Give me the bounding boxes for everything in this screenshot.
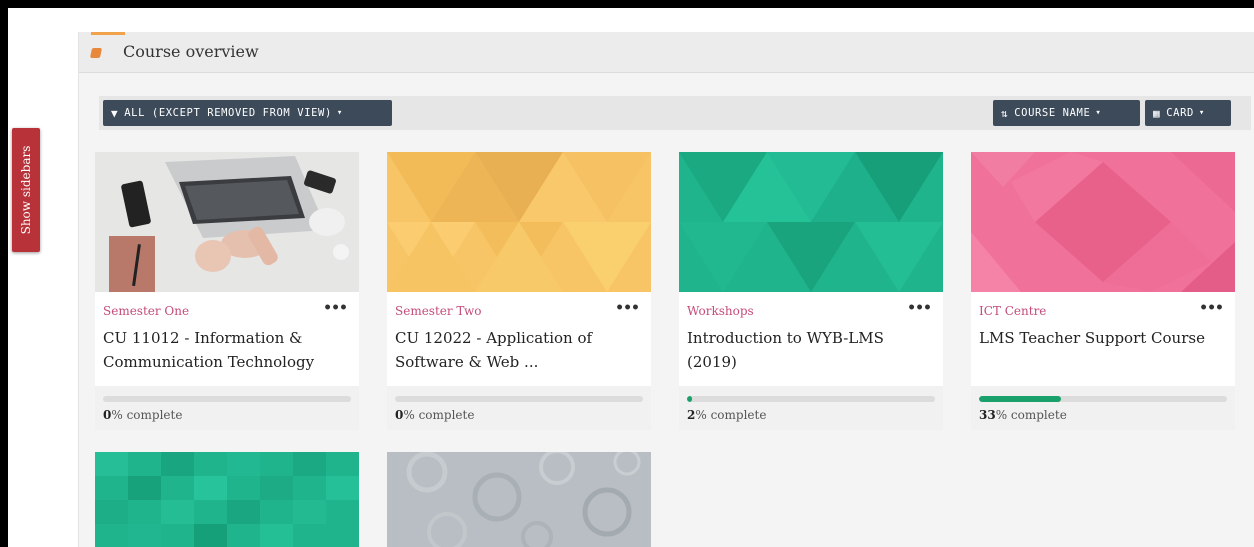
progress-fill xyxy=(687,396,692,402)
course-overview-block: Course overview ▼ ALL (EXCEPT REMOVED FR… xyxy=(78,32,1254,547)
filter-label: ALL (EXCEPT REMOVED FROM VIEW) xyxy=(124,107,332,119)
course-name-link[interactable]: Introduction to WYB-LMS (2019) xyxy=(687,326,937,374)
course-card[interactable] xyxy=(387,452,651,547)
chevron-down-icon: ▾ xyxy=(1095,108,1102,118)
course-card[interactable]: Semester One ••• CU 11012 - Information … xyxy=(95,152,359,430)
progress-fill xyxy=(979,396,1061,402)
course-name-link[interactable]: LMS Teacher Support Course xyxy=(979,326,1229,350)
progress-area: 33% complete xyxy=(971,386,1235,430)
more-icon[interactable]: ••• xyxy=(615,300,640,316)
header-accent xyxy=(91,32,125,35)
progress-text: 0% complete xyxy=(395,408,474,422)
grid-icon: ▦ xyxy=(1153,106,1161,120)
course-image[interactable] xyxy=(387,452,651,547)
progress-text: 2% complete xyxy=(687,408,766,422)
progress-area: 2% complete xyxy=(679,386,943,430)
block-header: Course overview xyxy=(79,32,1254,73)
progress-text: 0% complete xyxy=(103,408,182,422)
course-image[interactable] xyxy=(387,152,651,292)
progress-area: 0% complete xyxy=(95,386,359,430)
chevron-down-icon: ▾ xyxy=(1198,108,1205,118)
progress-text: 33% complete xyxy=(979,408,1067,422)
course-card[interactable] xyxy=(95,452,359,547)
course-image[interactable] xyxy=(679,152,943,292)
course-name-link[interactable]: CU 12022 - Application of Software & Web… xyxy=(395,326,645,374)
sort-dropdown-button[interactable]: ⇅ COURSE NAME ▾ xyxy=(993,100,1140,126)
toolbar: ▼ ALL (EXCEPT REMOVED FROM VIEW) ▾ ⇅ COU… xyxy=(99,96,1251,130)
course-category: Semester Two xyxy=(395,304,482,318)
progress-value: 33 xyxy=(979,408,996,422)
course-card[interactable]: ICT Centre ••• LMS Teacher Support Cours… xyxy=(971,152,1235,430)
course-overview-icon xyxy=(89,48,103,58)
progress-suffix: % complete xyxy=(695,408,767,422)
more-icon[interactable]: ••• xyxy=(323,300,348,316)
window: Show sidebars Course overview ▼ ALL (EXC… xyxy=(8,8,1254,547)
sort-label: COURSE NAME xyxy=(1014,107,1091,119)
course-name-link[interactable]: CU 11012 - Information & Communication T… xyxy=(103,326,353,374)
show-sidebars-label: Show sidebars xyxy=(19,145,33,235)
progress-suffix: % complete xyxy=(403,408,475,422)
chevron-down-icon: ▾ xyxy=(336,108,343,118)
show-sidebars-button[interactable]: Show sidebars xyxy=(12,128,40,252)
course-category: Workshops xyxy=(687,304,754,318)
more-icon[interactable]: ••• xyxy=(907,300,932,316)
progress-area: 0% complete xyxy=(387,386,651,430)
view-dropdown-button[interactable]: ▦ CARD ▾ xyxy=(1145,100,1231,126)
view-label: CARD xyxy=(1166,107,1194,119)
progress-bar xyxy=(103,396,351,402)
course-card[interactable]: Semester Two ••• CU 12022 - Application … xyxy=(387,152,651,430)
progress-bar xyxy=(687,396,935,402)
progress-bar xyxy=(395,396,643,402)
course-image[interactable] xyxy=(95,452,359,547)
progress-suffix: % complete xyxy=(995,408,1067,422)
progress-suffix: % complete xyxy=(111,408,183,422)
course-image[interactable] xyxy=(971,152,1235,292)
course-category: ICT Centre xyxy=(979,304,1047,318)
course-category: Semester One xyxy=(103,304,190,318)
sort-icon: ⇅ xyxy=(1001,106,1009,120)
filter-icon: ▼ xyxy=(111,106,119,120)
block-title: Course overview xyxy=(123,42,259,61)
course-image[interactable] xyxy=(95,152,359,292)
more-icon[interactable]: ••• xyxy=(1199,300,1224,316)
course-card[interactable]: Workshops ••• Introduction to WYB-LMS (2… xyxy=(679,152,943,430)
filter-dropdown-button[interactable]: ▼ ALL (EXCEPT REMOVED FROM VIEW) ▾ xyxy=(103,100,392,126)
progress-bar xyxy=(979,396,1227,402)
